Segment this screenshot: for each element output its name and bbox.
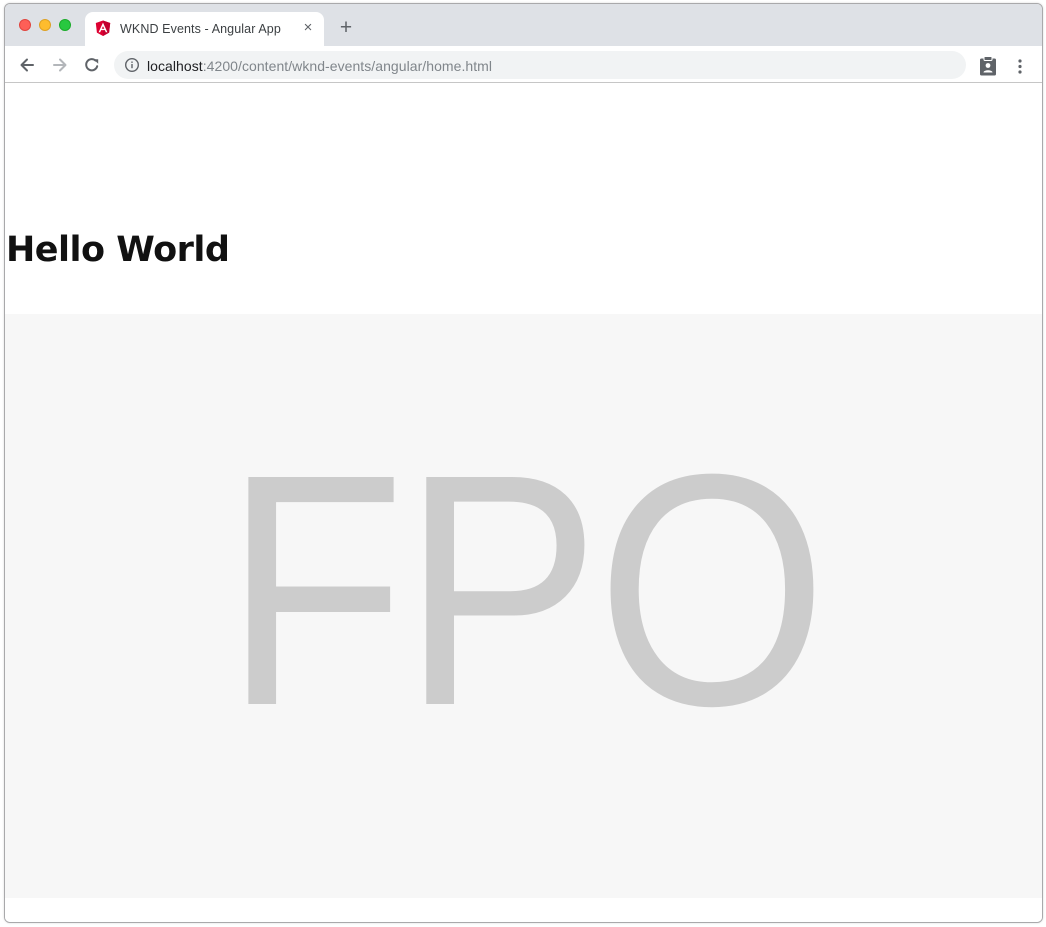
tab-strip: WKND Events - Angular App × + — [5, 4, 1042, 46]
tab-close-icon[interactable]: × — [300, 20, 316, 36]
back-arrow-icon[interactable] — [17, 55, 37, 75]
browser-window: WKND Events - Angular App × + localhost:… — [4, 3, 1043, 923]
address-bar[interactable]: localhost:4200/content/wknd-events/angul… — [114, 51, 966, 79]
window-minimize-button[interactable] — [39, 19, 51, 31]
window-maximize-button[interactable] — [59, 19, 71, 31]
page-viewport: Hello World FPO — [5, 84, 1042, 922]
url-host: localhost — [147, 58, 203, 74]
forward-arrow-icon[interactable] — [50, 55, 70, 75]
url-path: :4200/content/wknd-events/angular/home.h… — [202, 58, 493, 74]
placeholder-image: FPO — [5, 314, 1042, 898]
window-close-button[interactable] — [19, 19, 31, 31]
new-tab-button[interactable]: + — [336, 17, 356, 38]
tab-title: WKND Events - Angular App — [120, 22, 281, 36]
placeholder-text: FPO — [224, 405, 824, 774]
info-icon[interactable] — [124, 57, 140, 73]
page-heading: Hello World — [6, 230, 230, 270]
clipboard-extension-icon[interactable] — [979, 56, 997, 76]
angular-logo-icon — [95, 20, 111, 37]
reload-icon[interactable] — [82, 55, 102, 75]
url-text[interactable]: localhost:4200/content/wknd-events/angul… — [147, 58, 492, 74]
kebab-menu-icon[interactable] — [1013, 56, 1027, 76]
browser-toolbar: localhost:4200/content/wknd-events/angul… — [5, 46, 1042, 83]
tab-wknd-events[interactable]: WKND Events - Angular App × — [85, 12, 324, 46]
